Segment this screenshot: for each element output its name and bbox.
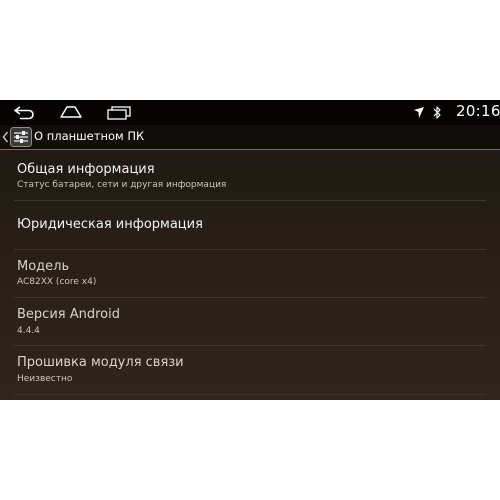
list-item-model: Модель AC82XX (core x4) [0,250,500,296]
item-subtitle: Статус батареи, сети и другая информация [17,180,227,190]
up-navigation-icon[interactable] [2,131,9,143]
settings-sliders-icon[interactable] [10,127,32,147]
clock: 20:16 [456,102,500,120]
list-item-baseband: Прошивка модуля связи Неизвестно [0,346,500,394]
list-item-legal-info[interactable]: Юридическая информация [0,201,500,249]
divider [14,394,486,395]
item-title: Модель [17,259,70,274]
recent-apps-icon[interactable] [105,104,133,120]
home-icon[interactable] [57,104,85,120]
bluetooth-icon [433,106,441,119]
screen-title: О планшетном ПК [34,129,145,143]
item-subtitle: AC82XX (core x4) [17,277,97,287]
item-title: Юридическая информация [17,217,203,232]
back-icon[interactable] [12,104,38,120]
signal-icon [414,107,424,118]
item-title: Прошивка модуля связи [17,355,184,370]
item-title: Общая информация [17,162,155,177]
list-item-general-info[interactable]: Общая информация Статус батареи, сети и … [0,154,500,200]
action-bar: О планшетном ПК [0,125,500,150]
list-item-android-version[interactable]: Версия Android 4.4.4 [0,298,500,346]
item-title: Версия Android [17,307,120,322]
item-subtitle: 4.4.4 [17,326,40,336]
item-subtitle: Неизвестно [17,374,73,384]
system-bar: 20:16 [0,100,500,125]
device-screen: 20:16 О планшетном ПК Общая информация С… [0,100,500,400]
